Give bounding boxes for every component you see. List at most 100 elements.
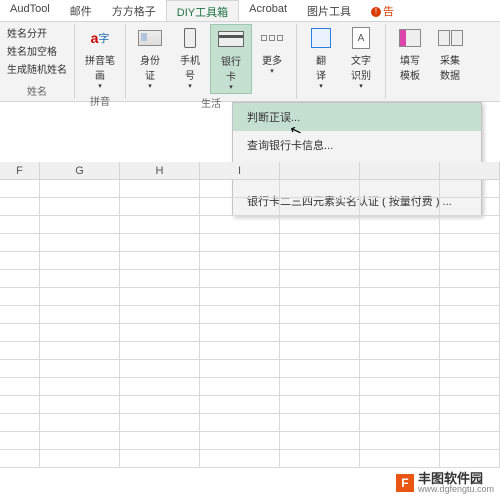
cell[interactable] (0, 414, 40, 432)
btn-name-space[interactable]: 姓名加空格 (4, 42, 70, 59)
cell[interactable] (40, 378, 120, 396)
cell[interactable] (0, 360, 40, 378)
cell[interactable] (280, 360, 360, 378)
cell[interactable] (440, 234, 500, 252)
cell[interactable] (200, 234, 280, 252)
cell[interactable] (200, 450, 280, 468)
cell[interactable] (280, 396, 360, 414)
cell[interactable] (200, 216, 280, 234)
cell[interactable] (0, 180, 40, 198)
tab-fangfang[interactable]: 方方格子 (102, 0, 166, 21)
btn-bank-card[interactable]: 银行 卡 ▾ (210, 24, 252, 94)
cell[interactable] (200, 270, 280, 288)
cell[interactable] (280, 432, 360, 450)
cell[interactable] (440, 216, 500, 234)
cell[interactable] (0, 324, 40, 342)
cell[interactable] (40, 252, 120, 270)
cell[interactable] (280, 450, 360, 468)
cell[interactable] (40, 270, 120, 288)
cell[interactable] (200, 324, 280, 342)
cell[interactable] (440, 324, 500, 342)
cell[interactable] (120, 216, 200, 234)
cell[interactable] (440, 414, 500, 432)
col-header-h[interactable]: H (120, 162, 200, 180)
cell[interactable] (360, 378, 440, 396)
cell[interactable] (280, 414, 360, 432)
cell[interactable] (0, 378, 40, 396)
btn-name-split[interactable]: 姓名分开 (4, 24, 70, 41)
cell[interactable] (40, 288, 120, 306)
col-header-g[interactable]: G (40, 162, 120, 180)
cell[interactable] (280, 378, 360, 396)
cell[interactable] (120, 414, 200, 432)
cell[interactable] (120, 342, 200, 360)
cell[interactable] (280, 198, 360, 216)
tab-notice[interactable]: !告 (361, 0, 404, 21)
cell[interactable] (440, 378, 500, 396)
cell[interactable] (280, 324, 360, 342)
cell[interactable] (280, 180, 360, 198)
cell[interactable] (200, 414, 280, 432)
menu-item-query[interactable]: 查询银行卡信息... (233, 131, 481, 159)
cell[interactable] (40, 396, 120, 414)
cell[interactable] (0, 342, 40, 360)
cell[interactable] (40, 216, 120, 234)
cell[interactable] (120, 450, 200, 468)
btn-more[interactable]: 更多 ▾ (252, 24, 292, 77)
cell[interactable] (280, 216, 360, 234)
cell[interactable] (0, 234, 40, 252)
cell[interactable] (360, 342, 440, 360)
cell[interactable] (360, 270, 440, 288)
menu-item-validate[interactable]: 判断正误... (233, 103, 481, 131)
cell[interactable] (120, 270, 200, 288)
cell[interactable] (0, 450, 40, 468)
col-header-i[interactable]: I (200, 162, 280, 180)
cell[interactable] (280, 252, 360, 270)
cell[interactable] (200, 288, 280, 306)
cell[interactable] (280, 270, 360, 288)
tab-audtool[interactable]: AudTool (0, 0, 60, 21)
cell[interactable] (120, 378, 200, 396)
cell[interactable] (440, 396, 500, 414)
cell[interactable] (280, 288, 360, 306)
cell[interactable] (360, 450, 440, 468)
cell[interactable] (200, 306, 280, 324)
cell[interactable] (360, 252, 440, 270)
cell[interactable] (440, 252, 500, 270)
cell[interactable] (40, 198, 120, 216)
btn-id[interactable]: 身份 证 ▾ (130, 24, 170, 92)
btn-phone[interactable]: 手机 号 ▾ (170, 24, 210, 92)
cell[interactable] (280, 306, 360, 324)
cell[interactable] (360, 396, 440, 414)
cell[interactable] (40, 414, 120, 432)
cell[interactable] (40, 450, 120, 468)
cell[interactable] (440, 198, 500, 216)
cell[interactable] (120, 432, 200, 450)
cell[interactable] (0, 252, 40, 270)
spreadsheet-grid[interactable]: F G H I (0, 162, 500, 468)
cell[interactable] (360, 324, 440, 342)
cell[interactable] (200, 252, 280, 270)
cell[interactable] (360, 306, 440, 324)
cell[interactable] (120, 180, 200, 198)
cell[interactable] (40, 324, 120, 342)
cell[interactable] (40, 342, 120, 360)
cell[interactable] (120, 288, 200, 306)
tab-diy[interactable]: DIY工具箱 (166, 0, 239, 21)
btn-translate[interactable]: 翻 译 ▾ (301, 24, 341, 92)
cell[interactable] (40, 306, 120, 324)
cell[interactable] (40, 432, 120, 450)
cell[interactable] (120, 252, 200, 270)
tab-mail[interactable]: 邮件 (60, 0, 102, 21)
cell[interactable] (0, 432, 40, 450)
btn-pinyin[interactable]: a字 拼音笔 画 ▾ (79, 24, 121, 92)
cell[interactable] (200, 360, 280, 378)
cell[interactable] (360, 432, 440, 450)
cell[interactable] (40, 234, 120, 252)
cell[interactable] (280, 342, 360, 360)
btn-name-random[interactable]: 生成随机姓名 (4, 60, 70, 77)
cell[interactable] (440, 306, 500, 324)
btn-template[interactable]: 填写 模板 (390, 24, 430, 84)
col-header-partial[interactable]: F (0, 162, 40, 180)
cell[interactable] (200, 378, 280, 396)
